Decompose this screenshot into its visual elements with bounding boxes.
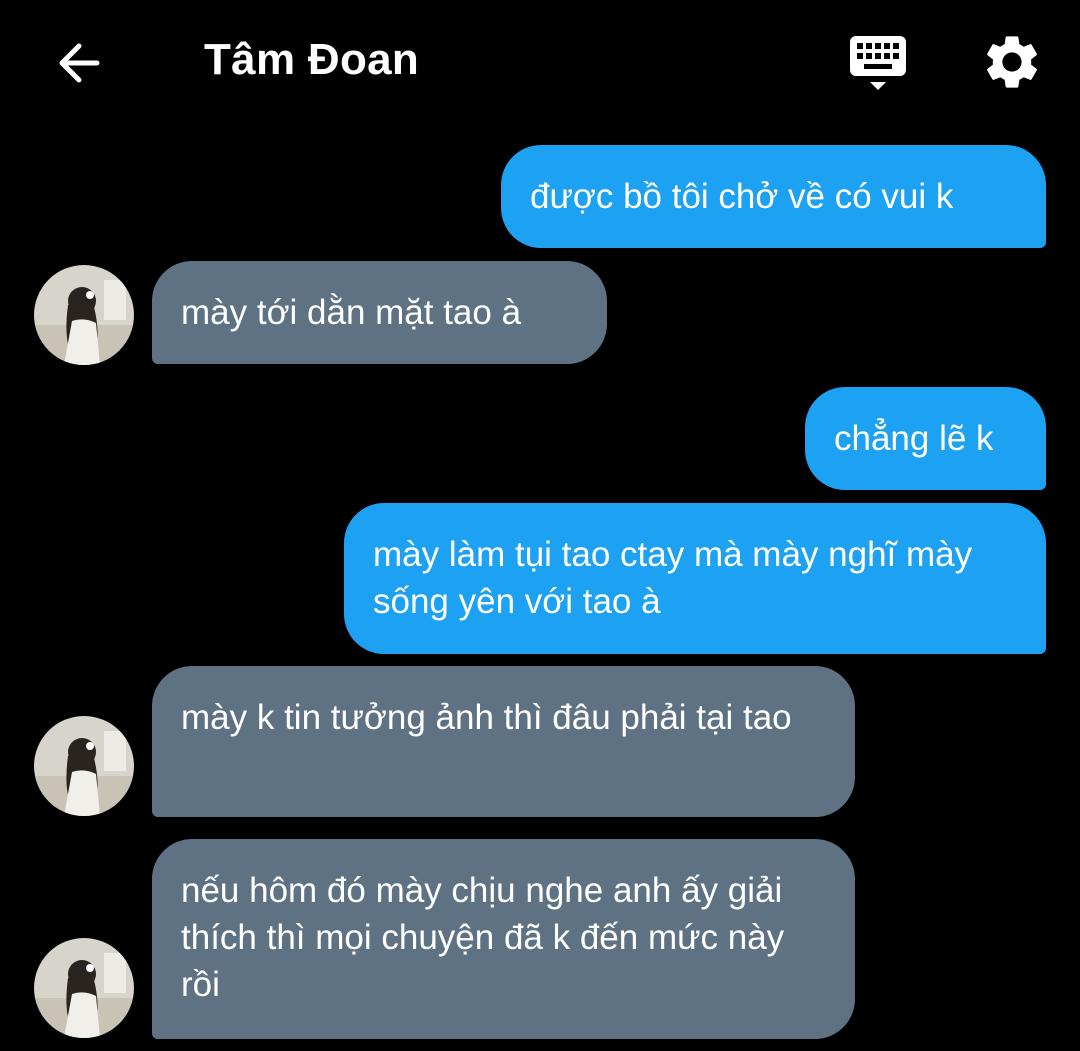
message-bubble-sent[interactable]: chẳng lẽ k (805, 387, 1046, 490)
settings-button[interactable] (980, 30, 1044, 94)
message-bubble-received[interactable]: mày tới dằn mặt tao à (152, 261, 607, 364)
contact-avatar[interactable] (34, 938, 134, 1038)
avatar-photo (34, 265, 134, 365)
message-bubble-received[interactable]: mày k tin tưởng ảnh thì đâu phải tại tao (152, 666, 855, 817)
keyboard-toggle-button[interactable] (846, 32, 910, 96)
message-bubble-sent[interactable]: mày làm tụi tao ctay mà mày nghĩ mày sốn… (344, 503, 1046, 654)
keyboard-icon (850, 36, 906, 90)
avatar-photo (34, 938, 134, 1038)
contact-avatar[interactable] (34, 265, 134, 365)
contact-avatar[interactable] (34, 716, 134, 816)
message-bubble-sent[interactable]: được bồ tôi chở về có vui k (501, 145, 1046, 248)
avatar-photo (34, 716, 134, 816)
message-bubble-received[interactable]: nếu hôm đó mày chịu nghe anh ấy giải thí… (152, 839, 855, 1039)
back-button[interactable] (50, 34, 108, 92)
chat-header: Tâm Đoan (0, 0, 1080, 125)
conversation-title: Tâm Đoan (204, 35, 420, 84)
arrow-left-icon (59, 43, 100, 83)
gear-icon (987, 36, 1037, 88)
